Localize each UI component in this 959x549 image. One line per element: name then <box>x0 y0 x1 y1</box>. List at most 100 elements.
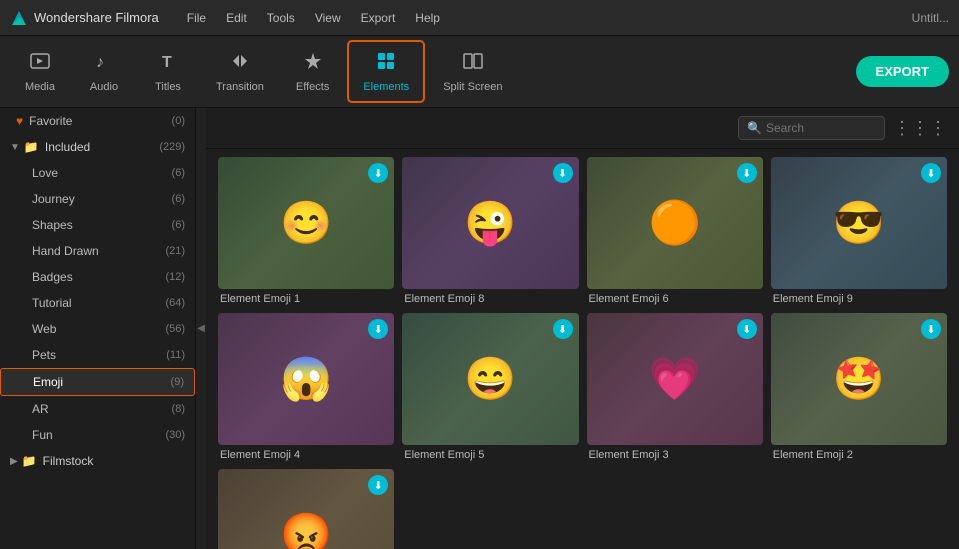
sidebar-included-count: (229) <box>159 141 185 153</box>
emoji5-icon: 😄 <box>464 355 516 404</box>
grid-item-emoji8[interactable]: 😜 ⬇ Element Emoji 8 <box>402 157 578 305</box>
grid-label-emoji4: Element Emoji 4 <box>218 449 394 461</box>
grid-label-emoji5: Element Emoji 5 <box>402 449 578 461</box>
tool-splitscreen[interactable]: Split Screen <box>429 42 516 101</box>
download-badge-emoji3: ⬇ <box>737 319 757 339</box>
elements-icon <box>375 50 397 77</box>
sidebar-item-handdrawn[interactable]: Hand Drawn (21) <box>0 238 195 264</box>
menu-view[interactable]: View <box>307 7 349 29</box>
sidebar-favorite-count: (0) <box>172 115 185 127</box>
download-badge-emoji6: ⬇ <box>737 163 757 183</box>
sidebar-item-tutorial[interactable]: Tutorial (64) <box>0 290 195 316</box>
tool-titles-label: Titles <box>155 81 181 93</box>
media-icon <box>29 50 51 77</box>
menu-export[interactable]: Export <box>353 7 404 29</box>
grid-thumb-emoji2: 🤩 ⬇ <box>771 313 947 445</box>
app-name: Wondershare Filmora <box>34 10 159 25</box>
menu-tools[interactable]: Tools <box>259 7 303 29</box>
sidebar-item-favorite[interactable]: ♥ Favorite (0) <box>0 108 195 134</box>
sidebar-item-emoji[interactable]: Emoji (9) <box>0 368 195 396</box>
sidebar-love-count: (6) <box>172 167 185 179</box>
main-area: ♥ Favorite (0) ▼ 📁 Included (229) Love (… <box>0 108 959 549</box>
sidebar-fun-count: (30) <box>165 429 185 441</box>
download-badge-emoji9: ⬇ <box>921 163 941 183</box>
sidebar-item-badges[interactable]: Badges (12) <box>0 264 195 290</box>
search-input[interactable] <box>766 121 876 135</box>
menu-help[interactable]: Help <box>407 7 448 29</box>
search-box: 🔍 <box>738 116 885 140</box>
sidebar-item-fun[interactable]: Fun (30) <box>0 422 195 448</box>
grid-item-emoji7[interactable]: 😡 ⬇ Element Emoji 7 <box>218 469 394 549</box>
sidebar-badges-count: (12) <box>165 271 185 283</box>
sidebar-shapes-label: Shapes <box>32 218 73 232</box>
sidebar-favorite-label: Favorite <box>29 114 72 128</box>
grid-thumb-emoji5: 😄 ⬇ <box>402 313 578 445</box>
tool-titles[interactable]: T Titles <box>138 42 198 101</box>
grid-view-icon[interactable]: ⋮⋮⋮ <box>893 118 947 139</box>
title-tab: Untitl... <box>912 11 949 25</box>
download-badge-emoji8: ⬇ <box>553 163 573 183</box>
grid-thumb-emoji3: 💗 ⬇ <box>587 313 763 445</box>
emoji7-icon: 😡 <box>280 511 332 549</box>
grid-item-emoji6[interactable]: 🟠 ⬇ Element Emoji 6 <box>587 157 763 305</box>
grid-label-emoji8: Element Emoji 8 <box>402 293 578 305</box>
sidebar-handdrawn-label: Hand Drawn <box>32 244 99 258</box>
sidebar-tutorial-label: Tutorial <box>32 296 72 310</box>
sidebar-pets-count: (11) <box>166 349 185 361</box>
svg-text:♪: ♪ <box>96 54 104 71</box>
sidebar-web-count: (56) <box>165 323 185 335</box>
sidebar-item-love[interactable]: Love (6) <box>0 160 195 186</box>
grid-label-emoji9: Element Emoji 9 <box>771 293 947 305</box>
grid-thumb-emoji7: 😡 ⬇ <box>218 469 394 549</box>
sidebar-ar-count: (8) <box>172 403 185 415</box>
collapse-arrow-icon: ◀ <box>197 323 205 334</box>
sidebar-group-included[interactable]: ▼ 📁 Included (229) <box>0 134 195 160</box>
emoji3-icon: 💗 <box>648 355 700 404</box>
arrow-right-icon: ▶ <box>10 456 18 467</box>
grid-item-emoji5[interactable]: 😄 ⬇ Element Emoji 5 <box>402 313 578 461</box>
download-badge-emoji5: ⬇ <box>553 319 573 339</box>
sidebar-item-pets[interactable]: Pets (11) <box>0 342 195 368</box>
audio-icon: ♪ <box>93 50 115 77</box>
emoji4-icon: 😱 <box>280 355 332 404</box>
grid-item-emoji4[interactable]: 😱 ⬇ Element Emoji 4 <box>218 313 394 461</box>
sidebar-item-web[interactable]: Web (56) <box>0 316 195 342</box>
sidebar-item-ar[interactable]: AR (8) <box>0 396 195 422</box>
tool-transition[interactable]: Transition <box>202 42 278 101</box>
grid-label-emoji2: Element Emoji 2 <box>771 449 947 461</box>
toolbar: Media ♪ Audio T Titles Transition Effect… <box>0 36 959 108</box>
emoji2-icon: 🤩 <box>833 355 885 404</box>
sidebar-emoji-count: (9) <box>171 376 184 388</box>
grid-thumb-emoji4: 😱 ⬇ <box>218 313 394 445</box>
tool-elements-label: Elements <box>363 81 409 93</box>
export-button[interactable]: EXPORT <box>856 56 949 87</box>
grid-item-emoji9[interactable]: 😎 ⬇ Element Emoji 9 <box>771 157 947 305</box>
logo-icon <box>10 9 28 27</box>
sidebar-item-shapes[interactable]: Shapes (6) <box>0 212 195 238</box>
sidebar-group-filmstock[interactable]: ▶ 📁 Filmstock <box>0 448 195 474</box>
tool-media[interactable]: Media <box>10 42 70 101</box>
sidebar-fun-label: Fun <box>32 428 53 442</box>
emoji6-icon: 🟠 <box>648 199 700 248</box>
sidebar-badges-label: Badges <box>32 270 73 284</box>
emoji8-icon: 😜 <box>464 199 516 248</box>
menu-file[interactable]: File <box>179 7 214 29</box>
grid-item-emoji3[interactable]: 💗 ⬇ Element Emoji 3 <box>587 313 763 461</box>
app-logo: Wondershare Filmora <box>10 9 159 27</box>
menu-edit[interactable]: Edit <box>218 7 255 29</box>
tool-audio[interactable]: ♪ Audio <box>74 42 134 101</box>
titlebar: Wondershare Filmora File Edit Tools View… <box>0 0 959 36</box>
sidebar-collapse-handle[interactable]: ◀ <box>196 108 206 549</box>
sidebar-pets-label: Pets <box>32 348 56 362</box>
sidebar-tutorial-count: (64) <box>165 297 185 309</box>
sidebar-love-label: Love <box>32 166 58 180</box>
svg-text:T: T <box>162 54 172 71</box>
tool-effects[interactable]: Effects <box>282 42 343 101</box>
grid-item-emoji1[interactable]: 😊 ⬇ Element Emoji 1 <box>218 157 394 305</box>
sidebar-item-journey[interactable]: Journey (6) <box>0 186 195 212</box>
tool-elements[interactable]: Elements <box>347 40 425 103</box>
grid-item-emoji2[interactable]: 🤩 ⬇ Element Emoji 2 <box>771 313 947 461</box>
grid-thumb-emoji6: 🟠 ⬇ <box>587 157 763 289</box>
sidebar-shapes-count: (6) <box>172 219 185 231</box>
filmstock-folder-icon: 📁 <box>22 454 37 468</box>
